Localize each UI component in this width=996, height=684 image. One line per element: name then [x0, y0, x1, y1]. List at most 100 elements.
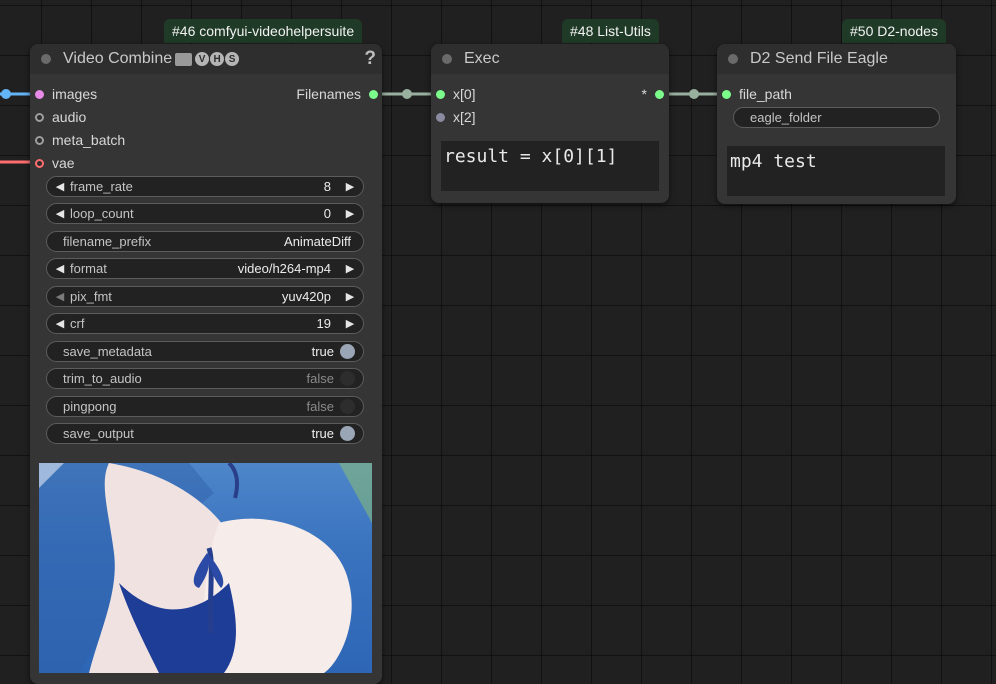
- preview-image: [39, 463, 372, 673]
- eagle-node[interactable]: D2 Send File Eagle file_path eagle_folde…: [717, 44, 956, 204]
- widget-label: pix_fmt: [70, 289, 112, 304]
- vhs-logo: V H S: [195, 52, 240, 66]
- slot-label-x2: x[2]: [453, 109, 476, 125]
- input-slot-images[interactable]: images: [35, 85, 97, 103]
- slot-dot-images[interactable]: [35, 89, 44, 99]
- slot-label-images: images: [52, 86, 98, 102]
- input-slot-vae[interactable]: vae: [35, 154, 75, 172]
- slot-dot-x0[interactable]: [436, 89, 445, 99]
- widget-value: yuv420p: [281, 289, 331, 304]
- widget-label: loop_count: [70, 206, 134, 221]
- widget-value: video/h264-mp4: [237, 261, 331, 276]
- increment-arrow-icon[interactable]: ▶: [343, 180, 357, 193]
- widget-value: 8: [323, 179, 331, 194]
- widget-value: false: [306, 399, 334, 414]
- widget-filename-prefix[interactable]: filename_prefix AnimateDiff: [46, 231, 364, 252]
- widget-loop-count[interactable]: ◀ loop_count 0 ▶: [46, 203, 364, 224]
- collapse-dot[interactable]: [41, 54, 51, 64]
- collapse-dot[interactable]: [728, 54, 738, 64]
- widget-save-metadata[interactable]: save_metadata true: [46, 341, 364, 362]
- link-exec-midpoint: [689, 89, 699, 99]
- widget-value: 19: [316, 316, 331, 331]
- text-textarea[interactable]: mp4 test: [727, 146, 945, 196]
- widget-eagle-folder[interactable]: eagle_folder: [733, 107, 940, 128]
- collapse-dot[interactable]: [442, 54, 452, 64]
- node-badge-48: #48 List-Utils: [562, 19, 659, 43]
- widget-pingpong[interactable]: pingpong false: [46, 396, 364, 417]
- widget-value: true: [311, 426, 334, 441]
- increment-arrow-icon[interactable]: ▶: [343, 262, 357, 275]
- exec-node[interactable]: Exec x[0] x[2] * result = x[0][1]: [431, 44, 669, 203]
- vhs-letter-s: S: [225, 52, 240, 66]
- node-title-bar[interactable]: D2 Send File Eagle: [717, 44, 956, 74]
- input-slot-file-path[interactable]: file_path: [722, 85, 792, 103]
- slot-dot-any[interactable]: [655, 89, 664, 99]
- widget-label: crf: [70, 316, 85, 331]
- help-icon[interactable]: ?: [364, 48, 376, 70]
- widget-value: false: [306, 371, 334, 386]
- node-title-bar[interactable]: Video Combine V H S ?: [30, 44, 382, 74]
- input-slot-audio[interactable]: audio: [35, 108, 86, 126]
- widget-value: true: [311, 344, 334, 359]
- widget-label: save_metadata: [63, 344, 152, 359]
- widget-format[interactable]: ◀ format video/h264-mp4 ▶: [46, 258, 364, 279]
- code-textarea[interactable]: result = x[0][1]: [441, 141, 659, 191]
- widget-label: format: [70, 261, 107, 276]
- slot-dot-vae[interactable]: [35, 158, 44, 168]
- link-images-start-dot: [1, 89, 11, 99]
- decrement-arrow-icon[interactable]: ◀: [53, 207, 67, 220]
- widget-crf[interactable]: ◀ crf 19 ▶: [46, 313, 364, 334]
- output-slot-any[interactable]: *: [642, 85, 664, 103]
- slot-dot-meta-batch[interactable]: [35, 135, 44, 145]
- toggle-knob[interactable]: [340, 344, 355, 359]
- output-slot-filenames[interactable]: Filenames: [296, 85, 378, 103]
- widget-label: eagle_folder: [750, 110, 822, 125]
- widget-label: filename_prefix: [63, 234, 152, 249]
- input-slot-x0[interactable]: x[0]: [436, 85, 476, 103]
- node-title-bar[interactable]: Exec: [431, 44, 669, 74]
- widget-value: 0: [323, 206, 331, 221]
- toggle-knob[interactable]: [340, 426, 355, 441]
- slot-label-any: *: [641, 86, 647, 102]
- video-combine-node[interactable]: Video Combine V H S ? images audio meta_…: [30, 44, 382, 684]
- graph-canvas[interactable]: #46 comfyui-videohelpersuite #48 List-Ut…: [0, 0, 996, 684]
- video-preview[interactable]: [39, 463, 372, 673]
- increment-arrow-icon[interactable]: ▶: [343, 290, 357, 303]
- node-badge-46: #46 comfyui-videohelpersuite: [164, 19, 363, 43]
- slot-label-meta-batch: meta_batch: [52, 132, 126, 148]
- widget-label: trim_to_audio: [63, 371, 142, 386]
- widget-label: frame_rate: [70, 179, 133, 194]
- widget-frame-rate[interactable]: ◀ frame_rate 8 ▶: [46, 176, 364, 197]
- widget-label: save_output: [63, 426, 134, 441]
- increment-arrow-icon[interactable]: ▶: [343, 207, 357, 220]
- film-camera-icon: [175, 52, 193, 66]
- slot-label-x0: x[0]: [453, 86, 476, 102]
- widget-label: pingpong: [63, 399, 117, 414]
- widget-save-output[interactable]: save_output true: [46, 423, 364, 444]
- slot-label-audio: audio: [52, 109, 87, 125]
- increment-arrow-icon[interactable]: ▶: [343, 317, 357, 330]
- slot-dot-x2[interactable]: [436, 112, 445, 122]
- slot-dot-audio[interactable]: [35, 112, 44, 122]
- decrement-arrow-icon[interactable]: ◀: [53, 290, 67, 303]
- vhs-letter-v: V: [195, 52, 210, 66]
- slot-dot-file-path[interactable]: [722, 89, 731, 99]
- slot-dot-filenames[interactable]: [369, 89, 378, 99]
- slot-label-vae: vae: [52, 155, 75, 171]
- decrement-arrow-icon[interactable]: ◀: [53, 262, 67, 275]
- decrement-arrow-icon[interactable]: ◀: [53, 180, 67, 193]
- toggle-knob[interactable]: [340, 371, 355, 386]
- input-slot-meta-batch[interactable]: meta_batch: [35, 131, 125, 149]
- widget-value: AnimateDiff: [284, 234, 351, 249]
- widget-pix-fmt[interactable]: ◀ pix_fmt yuv420p ▶: [46, 286, 364, 307]
- node-badge-50: #50 D2-nodes: [842, 19, 946, 43]
- decrement-arrow-icon[interactable]: ◀: [53, 317, 67, 330]
- node-title: Exec: [464, 50, 500, 67]
- widget-trim-to-audio[interactable]: trim_to_audio false: [46, 368, 364, 389]
- node-title: D2 Send File Eagle: [750, 50, 888, 67]
- vhs-letter-h: H: [210, 52, 225, 66]
- slot-label-filenames: Filenames: [296, 86, 361, 102]
- node-title: Video Combine: [63, 50, 173, 67]
- toggle-knob[interactable]: [340, 399, 355, 414]
- input-slot-x2[interactable]: x[2]: [436, 108, 476, 126]
